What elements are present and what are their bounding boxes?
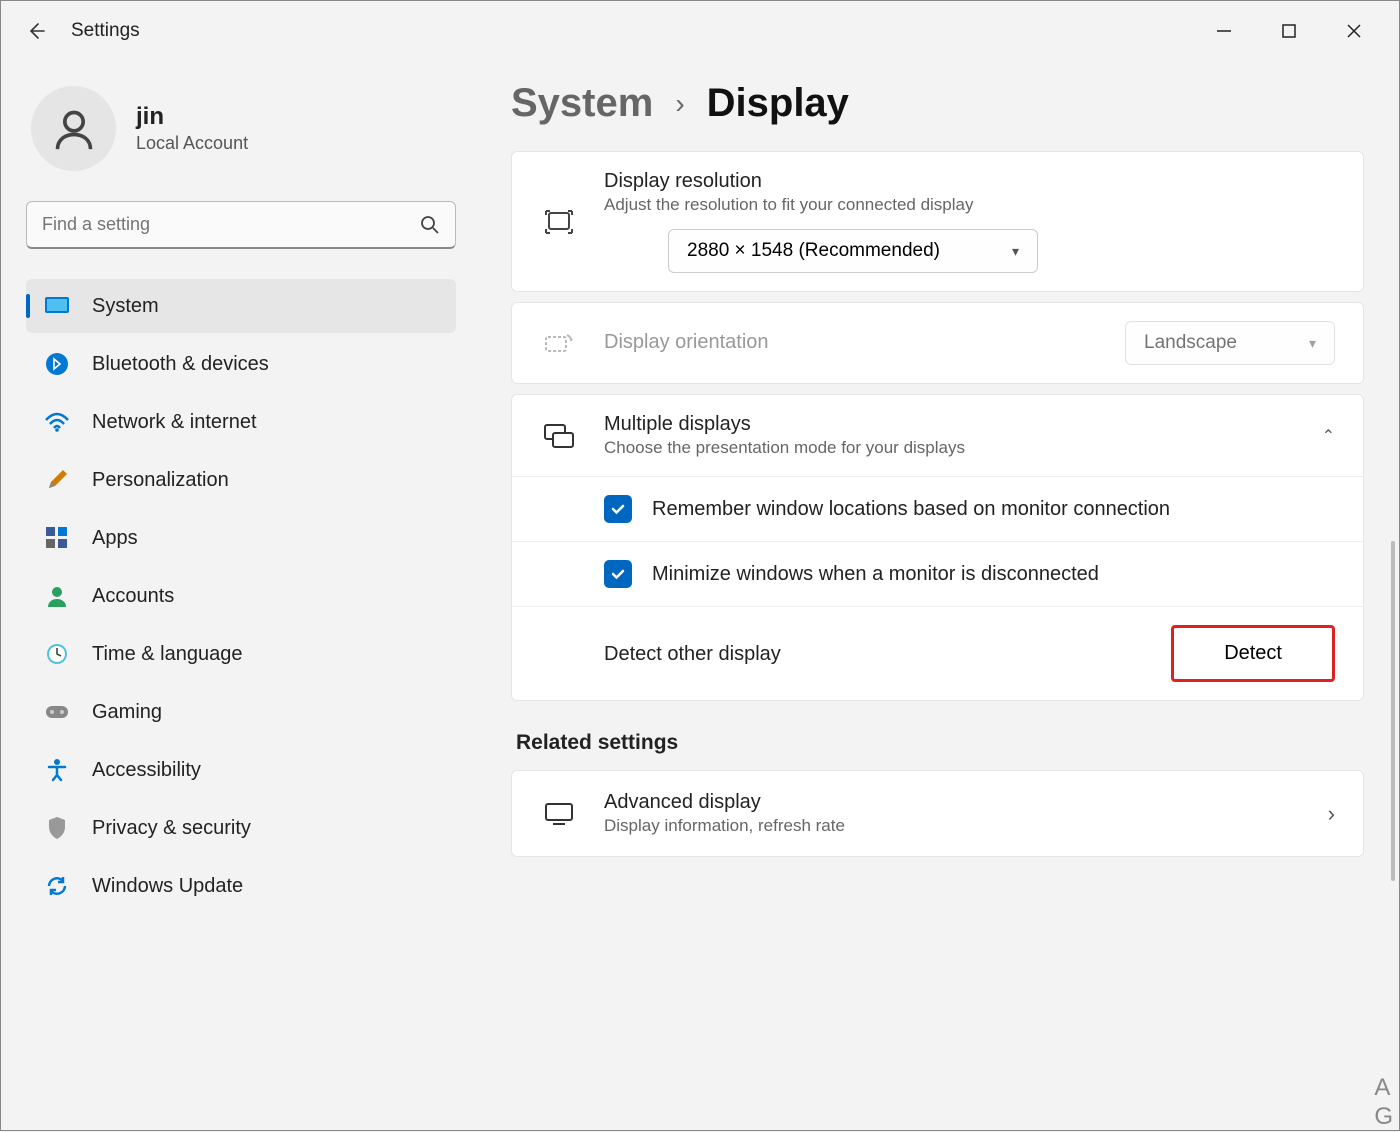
profile-type: Local Account <box>136 133 248 154</box>
sidebar-item-label: Network & internet <box>92 411 257 434</box>
chevron-up-icon: ⌃ <box>1322 426 1335 446</box>
sidebar-item-gaming[interactable]: Gaming <box>26 685 456 739</box>
sidebar-item-label: Accounts <box>92 585 174 608</box>
related-settings-heading: Related settings <box>516 731 1364 755</box>
multiple-displays-card: Multiple displays Choose the presentatio… <box>511 394 1364 701</box>
multi-sub: Choose the presentation mode for your di… <box>604 438 1322 458</box>
check-icon <box>610 566 626 582</box>
wifi-icon <box>44 409 70 435</box>
sidebar-item-accounts[interactable]: Accounts <box>26 569 456 623</box>
profile-block[interactable]: jin Local Account <box>26 86 456 171</box>
chevron-right-icon: › <box>675 88 684 120</box>
remember-locations-row[interactable]: Remember window locations based on monit… <box>512 476 1363 541</box>
chevron-down-icon: ▾ <box>1012 243 1019 260</box>
orientation-value: Landscape <box>1144 332 1237 354</box>
sidebar-item-system[interactable]: System <box>26 279 456 333</box>
sidebar-item-time-language[interactable]: Time & language <box>26 627 456 681</box>
search-icon <box>420 215 440 235</box>
sidebar-item-label: Windows Update <box>92 875 243 898</box>
detect-label: Detect other display <box>604 640 781 668</box>
minimize-button[interactable] <box>1209 16 1239 46</box>
breadcrumb-parent[interactable]: System <box>511 81 653 126</box>
apps-icon <box>44 525 70 551</box>
watermark: AG <box>1374 1074 1393 1132</box>
resolution-icon <box>540 209 578 235</box>
advanced-display-card[interactable]: Advanced display Display information, re… <box>511 770 1364 857</box>
display-orientation-card: Display orientation Landscape ▾ <box>511 302 1364 384</box>
advanced-sub: Display information, refresh rate <box>604 816 1328 836</box>
search-input[interactable] <box>42 214 420 235</box>
detect-row: Detect other display Detect <box>512 606 1363 700</box>
sidebar-item-network[interactable]: Network & internet <box>26 395 456 449</box>
search-input-wrap[interactable] <box>26 201 456 249</box>
resolution-sub: Adjust the resolution to fit your connec… <box>604 195 1335 215</box>
close-button[interactable] <box>1339 16 1369 46</box>
sidebar-item-label: Apps <box>92 527 138 550</box>
accounts-icon <box>44 583 70 609</box>
resolution-dropdown[interactable]: 2880 × 1548 (Recommended) ▾ <box>668 229 1038 273</box>
window-title: Settings <box>71 20 140 42</box>
resolution-value: 2880 × 1548 (Recommended) <box>687 240 940 262</box>
multiple-displays-header[interactable]: Multiple displays Choose the presentatio… <box>512 395 1363 476</box>
multi-display-icon <box>540 423 578 449</box>
back-button[interactable] <box>16 11 56 51</box>
remember-locations-checkbox[interactable] <box>604 495 632 523</box>
sidebar-item-personalization[interactable]: Personalization <box>26 453 456 507</box>
sidebar-item-label: Privacy & security <box>92 817 251 840</box>
sidebar-item-label: Time & language <box>92 643 242 666</box>
sidebar-item-label: Bluetooth & devices <box>92 353 269 376</box>
remember-locations-label: Remember window locations based on monit… <box>652 495 1170 523</box>
system-icon <box>44 293 70 319</box>
profile-name: jin <box>136 103 248 131</box>
scrollbar[interactable] <box>1391 541 1395 881</box>
minimize-disconnect-checkbox[interactable] <box>604 560 632 588</box>
minimize-disconnect-row[interactable]: Minimize windows when a monitor is disco… <box>512 541 1363 606</box>
chevron-right-icon: › <box>1328 801 1335 827</box>
orientation-icon <box>540 331 578 355</box>
orientation-dropdown: Landscape ▾ <box>1125 321 1335 365</box>
check-icon <box>610 501 626 517</box>
advanced-title: Advanced display <box>604 791 1328 814</box>
avatar <box>31 86 116 171</box>
sidebar-item-apps[interactable]: Apps <box>26 511 456 565</box>
orientation-title: Display orientation <box>604 331 1125 354</box>
person-icon <box>52 107 96 151</box>
resolution-title: Display resolution <box>604 170 1335 193</box>
chevron-down-icon: ▾ <box>1309 335 1316 352</box>
maximize-button[interactable] <box>1274 16 1304 46</box>
clock-icon <box>44 641 70 667</box>
sidebar-item-label: Accessibility <box>92 759 201 782</box>
shield-icon <box>44 815 70 841</box>
sidebar-item-privacy[interactable]: Privacy & security <box>26 801 456 855</box>
accessibility-icon <box>44 757 70 783</box>
sidebar-item-label: System <box>92 295 159 318</box>
sidebar-item-label: Gaming <box>92 701 162 724</box>
gaming-icon <box>44 699 70 725</box>
brush-icon <box>44 467 70 493</box>
back-arrow-icon <box>26 21 46 41</box>
bluetooth-icon <box>44 351 70 377</box>
sidebar-item-update[interactable]: Windows Update <box>26 859 456 913</box>
multi-title: Multiple displays <box>604 413 1322 436</box>
breadcrumb-current: Display <box>707 81 849 126</box>
sidebar-item-accessibility[interactable]: Accessibility <box>26 743 456 797</box>
sidebar-item-bluetooth[interactable]: Bluetooth & devices <box>26 337 456 391</box>
breadcrumb: System › Display <box>511 81 1364 126</box>
minimize-disconnect-label: Minimize windows when a monitor is disco… <box>652 560 1099 588</box>
sidebar-item-label: Personalization <box>92 469 229 492</box>
display-resolution-card: Display resolution Adjust the resolution… <box>511 151 1364 292</box>
monitor-icon <box>540 802 578 826</box>
detect-button[interactable]: Detect <box>1171 625 1335 682</box>
update-icon <box>44 873 70 899</box>
